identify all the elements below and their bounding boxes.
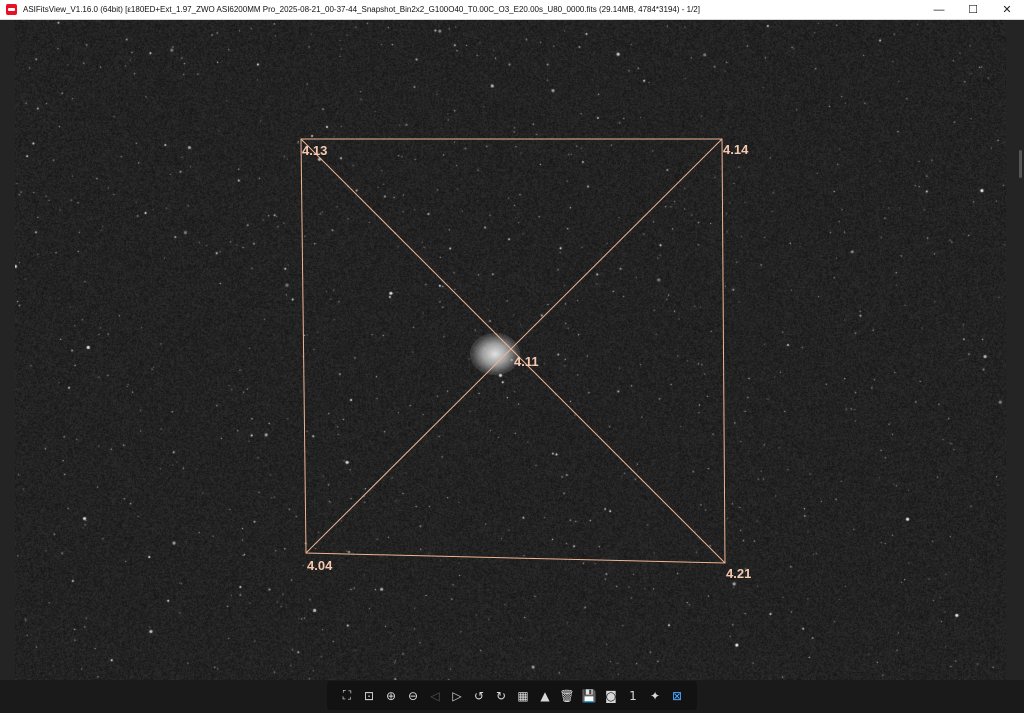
previous-icon[interactable]: ◁: [426, 687, 444, 705]
tilt-diagonal-1: [300, 138, 726, 564]
tilt-diagonal-2: [305, 138, 723, 554]
histogram-icon[interactable]: ▲: [536, 687, 554, 705]
window-title: ASIFitsView_V1.16.0 (64bit) [ε180ED+Ext_…: [23, 5, 700, 14]
image-toolbar: ⛶ ⊡ ⊕ ⊖ ◁ ▷ ↺ ↻ ▦ ▲ 🗑 💾 ◙ 1 ✦ ⊠: [327, 681, 697, 710]
next-icon[interactable]: ▷: [448, 687, 466, 705]
rotate-left-icon[interactable]: ↺: [470, 687, 488, 705]
actual-size-icon[interactable]: ⊡: [360, 687, 378, 705]
zoom-in-icon[interactable]: ⊕: [382, 687, 400, 705]
star-detect-icon[interactable]: ✦: [646, 687, 664, 705]
save-icon[interactable]: 💾: [580, 687, 598, 705]
one-to-one-icon[interactable]: 1: [624, 687, 642, 705]
right-panel: [1006, 20, 1024, 680]
zoom-out-icon[interactable]: ⊖: [404, 687, 422, 705]
image-viewport[interactable]: 4.13 4.14 4.11 4.04 4.21: [15, 20, 1006, 680]
title-bar: ASIFitsView_V1.16.0 (64bit) [ε180ED+Ext_…: [0, 0, 1024, 20]
fit-to-window-icon[interactable]: ⛶: [338, 687, 356, 705]
debayer-icon[interactable]: ▦: [514, 687, 532, 705]
delete-icon[interactable]: 🗑: [558, 687, 576, 705]
tilt-label-top-right: 4.14: [723, 142, 749, 157]
minimize-button[interactable]: —: [922, 0, 956, 20]
info-icon[interactable]: ◙: [602, 687, 620, 705]
close-button[interactable]: ✕: [990, 0, 1024, 20]
rotate-right-icon[interactable]: ↻: [492, 687, 510, 705]
scrollbar-thumb[interactable]: [1019, 150, 1022, 178]
maximize-button[interactable]: ☐: [956, 0, 990, 20]
tilt-label-bottom-left: 4.04: [307, 558, 333, 573]
tilt-label-bottom-right: 4.21: [726, 566, 752, 581]
tilt-label-top-left: 4.13: [302, 143, 328, 158]
tilt-label-center: 4.11: [514, 354, 539, 369]
app-icon: [6, 4, 17, 15]
tilt-analysis-icon[interactable]: ⊠: [668, 687, 686, 705]
left-margin: [0, 20, 15, 680]
tilt-overlay: [300, 138, 726, 564]
